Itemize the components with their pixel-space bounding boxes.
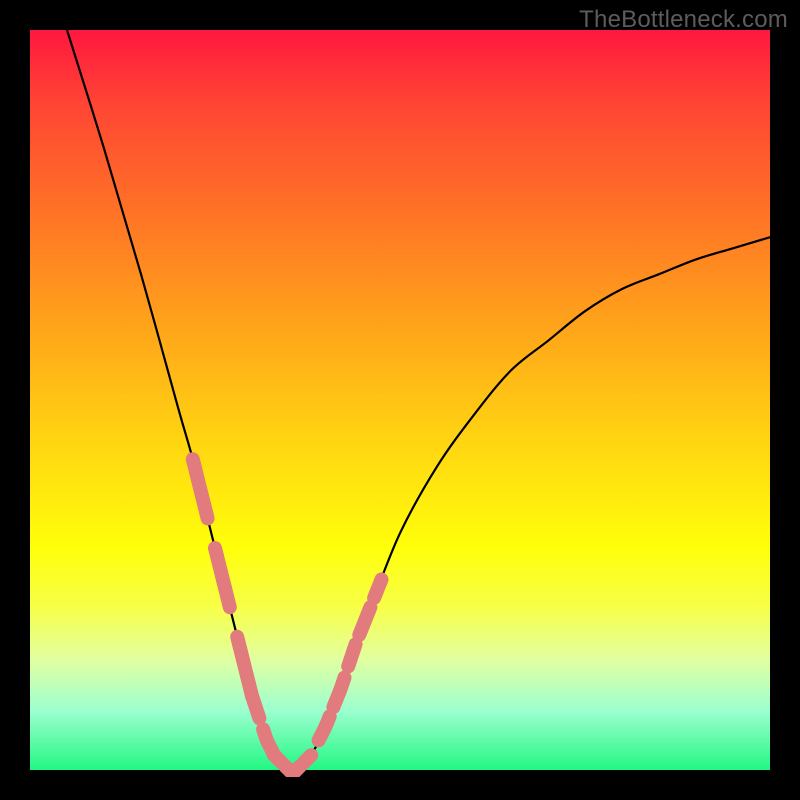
- curve-marker-8: [319, 716, 330, 740]
- curve-marker-7: [304, 755, 311, 762]
- watermark-text: TheBottleneck.com: [579, 6, 788, 34]
- curve-marker-2: [237, 637, 252, 696]
- curve-marker-9: [333, 678, 344, 708]
- curve-marker-11: [359, 607, 370, 635]
- bottleneck-curve: [67, 30, 770, 771]
- curve-svg: [30, 30, 770, 770]
- chart-frame: TheBottleneck.com: [0, 0, 800, 800]
- curve-marker-1: [215, 548, 230, 607]
- curve-marker-3: [252, 696, 259, 718]
- curve-marker-0: [193, 459, 208, 518]
- curve-marker-10: [348, 644, 355, 666]
- marker-group: [193, 459, 382, 770]
- curve-marker-6: [285, 766, 300, 770]
- plot-area: [30, 30, 770, 770]
- curve-marker-12: [374, 579, 381, 598]
